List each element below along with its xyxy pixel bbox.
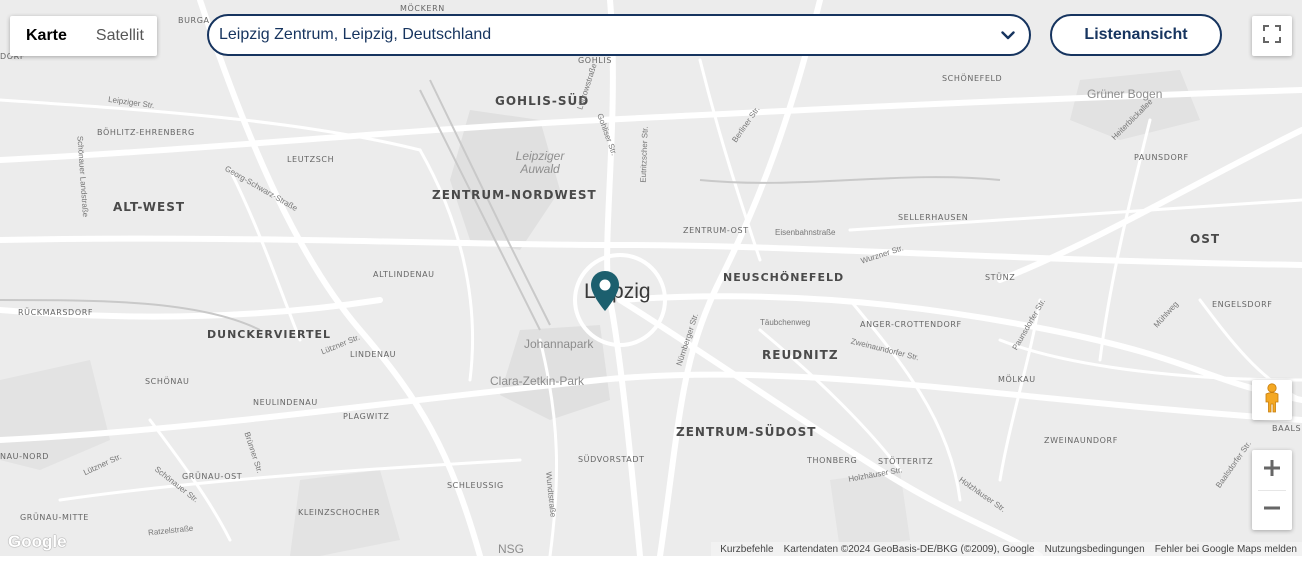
location-select-value: Leipzig Zentrum, Leipzig, Deutschland	[219, 26, 492, 43]
zoom-control	[1252, 450, 1292, 530]
district-label: PAUNSDORF	[1134, 153, 1189, 162]
district-label: ALT-WEST	[113, 200, 186, 214]
district-label: MÖCKERN	[400, 4, 445, 13]
district-label: SCHÖNEFELD	[942, 74, 1003, 83]
district-label: GRÜNAU-OST	[182, 472, 243, 481]
shortcuts-link[interactable]: Kurzbefehle	[715, 544, 778, 555]
zoom-divider	[1258, 490, 1286, 491]
district-label: GRÜNAU-MITTE	[20, 513, 89, 522]
map-data-text: Kartendaten ©2024 GeoBasis-DE/BKG (©2009…	[783, 543, 1035, 555]
park-label: Grüner Bogen	[1087, 87, 1163, 101]
map-type-toggle: Karte Satellit	[10, 16, 157, 56]
district-label: KLEINZSCHOCHER	[298, 508, 381, 517]
district-label: SCHLEUSSIG	[447, 481, 504, 490]
district-label: ANGER-CROTTENDORF	[860, 320, 962, 329]
fullscreen-button[interactable]	[1252, 16, 1292, 56]
district-label: ZWEINAUNDORF	[1044, 436, 1118, 445]
street-view-button[interactable]	[1252, 380, 1292, 420]
district-label: THONBERG	[807, 456, 858, 465]
map-type-map-button[interactable]: Karte	[10, 16, 83, 56]
district-label: ZENTRUM-NORDWEST	[432, 188, 597, 202]
district-label: BAALS	[1272, 424, 1302, 433]
zoom-out-icon	[1263, 499, 1281, 522]
district-label: SELLERHAUSEN	[898, 213, 969, 222]
park-label: Clara-Zetkin-Park	[490, 374, 585, 388]
zoom-out-button[interactable]	[1252, 490, 1292, 530]
district-label: LINDENAU	[350, 350, 397, 359]
district-label: ENGELSDORF	[1212, 300, 1273, 309]
park-label: Leipziger Auwald	[515, 149, 565, 176]
terms-link[interactable]: Nutzungsbedingungen	[1040, 544, 1150, 555]
district-label: BURGA	[178, 16, 210, 25]
chevron-down-icon[interactable]	[999, 26, 1017, 44]
pegman-icon	[1263, 382, 1281, 418]
district-label: ZENTRUM-OST	[683, 226, 749, 235]
district-label: BÖHLITZ-EHRENBERG	[97, 128, 195, 137]
district-label: DUNCKERVIERTEL	[207, 328, 331, 341]
district-label: STÖTTERITZ	[878, 457, 934, 466]
attribution-bar: Kurzbefehle Kartendaten ©2024 GeoBasis-D…	[711, 542, 1302, 556]
district-label: SCHÖNAU	[145, 377, 190, 386]
district-label: NEUSCHÖNEFELD	[723, 271, 845, 284]
street-label: Täubchenweg	[760, 318, 811, 327]
list-view-button[interactable]: Listenansicht	[1050, 14, 1222, 56]
district-label: ALTLINDENAU	[373, 270, 435, 279]
report-error-link[interactable]: Fehler bei Google Maps melden	[1150, 544, 1302, 555]
district-label: ZENTRUM-SÜDOST	[676, 425, 817, 439]
district-label: RÜCKMARSDORF	[18, 308, 94, 317]
park-label: Johannapark	[524, 337, 594, 351]
district-label: LEUTZSCH	[287, 155, 335, 164]
location-select[interactable]: Leipzig Zentrum, Leipzig, Deutschland	[207, 14, 1031, 56]
map-type-satellite-button[interactable]: Satellit	[83, 16, 157, 56]
district-label: OST	[1190, 232, 1221, 246]
park-label: NSG	[498, 542, 525, 556]
district-label: PLAGWITZ	[343, 412, 390, 421]
map-canvas[interactable]: GOHLIS-SÜD ZENTRUM-NORDWEST ALT-WEST NEU…	[0, 0, 1302, 556]
district-label: NAU-NORD	[0, 452, 49, 461]
zoom-in-button[interactable]	[1252, 450, 1292, 490]
street-label: Eisenbahnstraße	[775, 228, 836, 237]
fullscreen-icon	[1263, 24, 1281, 48]
district-label: STÜNZ	[985, 273, 1016, 282]
zoom-in-icon	[1263, 459, 1281, 482]
district-label: MÖLKAU	[998, 375, 1036, 384]
district-label: REUDNITZ	[762, 348, 839, 362]
google-logo[interactable]: Google	[8, 532, 67, 552]
district-label: NEULINDENAU	[253, 398, 318, 407]
district-label: SÜDVORSTADT	[578, 455, 645, 464]
location-pin-icon[interactable]	[590, 270, 620, 317]
